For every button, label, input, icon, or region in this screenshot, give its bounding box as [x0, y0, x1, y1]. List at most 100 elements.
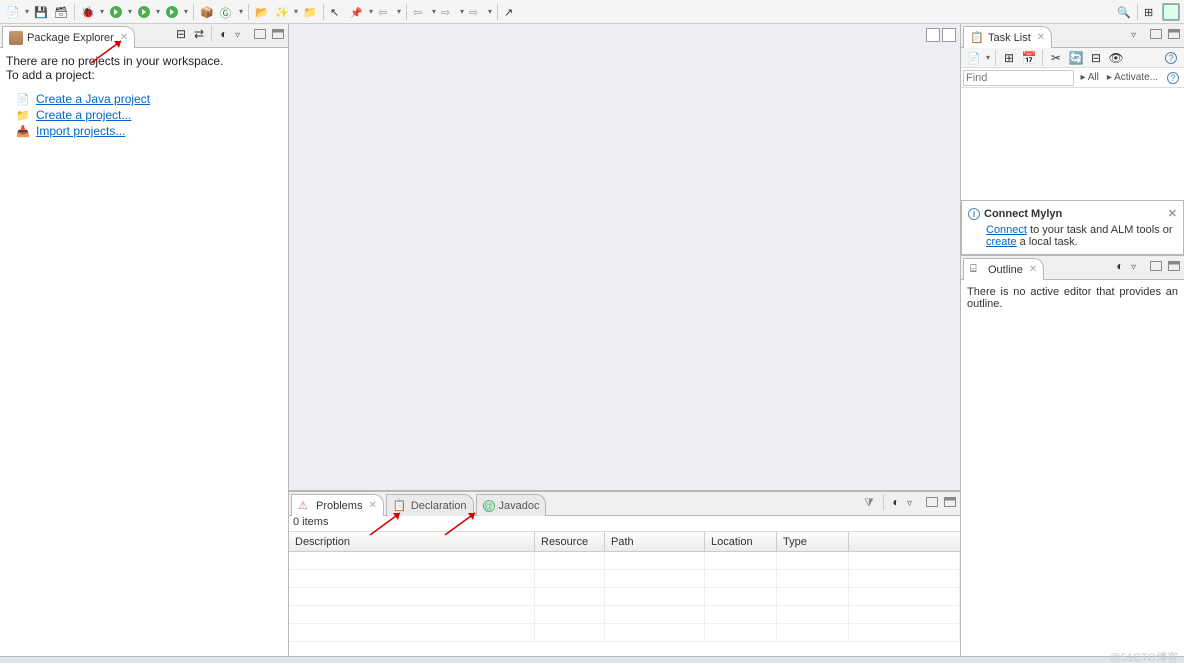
help-icon[interactable]: ? — [1164, 69, 1182, 87]
new-dropdown[interactable] — [24, 3, 30, 21]
debug-icon[interactable] — [79, 3, 97, 21]
maximize-icon[interactable] — [270, 26, 286, 42]
task-list-title: Task List — [988, 32, 1031, 44]
tab-task-list[interactable]: Task List ✕ — [963, 26, 1052, 48]
forward-icon[interactable] — [439, 3, 457, 21]
connect-mylyn-title: Connect Mylyn — [984, 208, 1062, 220]
outline-view: Outline ✕ ◐ There is no active editor th… — [961, 256, 1184, 656]
close-icon[interactable]: ✕ — [120, 32, 128, 43]
shift-icon[interactable] — [467, 3, 485, 21]
collapse-icon[interactable]: ⊟ — [1087, 49, 1105, 67]
pin-dropdown[interactable] — [368, 3, 374, 21]
info-icon: i — [968, 208, 980, 220]
focus-icon[interactable]: ◐ — [1112, 258, 1128, 274]
run-icon[interactable] — [107, 3, 125, 21]
close-icon[interactable]: ✕ — [368, 500, 376, 511]
open-type-icon[interactable] — [218, 3, 236, 21]
editor-minimize-icon[interactable] — [926, 28, 940, 42]
col-location[interactable]: Location — [705, 532, 777, 551]
maximize-icon[interactable] — [1166, 26, 1182, 42]
focus-task-icon[interactable]: ◐ — [216, 26, 232, 42]
nav-dropdown[interactable] — [396, 3, 402, 21]
java-perspective-icon[interactable] — [1162, 3, 1180, 21]
back-dropdown[interactable] — [431, 3, 437, 21]
link-connect[interactable]: Connect — [986, 224, 1027, 236]
open-folder-icon[interactable] — [253, 3, 271, 21]
open-perspective-icon[interactable] — [1142, 3, 1160, 21]
new-package-icon[interactable] — [198, 3, 216, 21]
problems-table-header: Description Resource Path Location Type — [289, 532, 960, 552]
maximize-icon[interactable] — [942, 494, 958, 510]
editor-maximize-icon[interactable] — [942, 28, 956, 42]
new-icon[interactable] — [4, 3, 22, 21]
link-import-projects[interactable]: Import projects... — [36, 124, 125, 138]
schedule-icon[interactable]: 📅 — [1020, 49, 1038, 67]
minimize-icon[interactable] — [1148, 258, 1164, 274]
run-dropdown[interactable] — [127, 3, 133, 21]
problems-panel: Problems ✕ Declaration @ Javadoc ◐ — [289, 491, 960, 656]
tab-package-explorer[interactable]: Package Explorer ✕ — [2, 26, 135, 48]
col-path[interactable]: Path — [605, 532, 705, 551]
link-create[interactable]: create — [986, 236, 1017, 248]
new-task-dropdown[interactable] — [985, 49, 991, 67]
pin-icon[interactable] — [348, 3, 366, 21]
tab-problems[interactable]: Problems ✕ — [291, 494, 384, 516]
view-menu-icon[interactable] — [906, 494, 922, 510]
run-external-icon[interactable] — [135, 3, 153, 21]
view-menu-icon[interactable] — [234, 26, 250, 42]
run-external-dropdown[interactable] — [155, 3, 161, 21]
maximize-icon[interactable] — [1166, 258, 1182, 274]
shift-dropdown[interactable] — [487, 3, 493, 21]
nav-all[interactable]: ▸ All — [1078, 72, 1100, 83]
close-icon[interactable]: ✕ — [1037, 32, 1045, 43]
view-menu-icon[interactable] — [1130, 26, 1146, 42]
minimize-icon[interactable] — [1148, 26, 1164, 42]
tab-declaration-label: Declaration — [411, 500, 467, 512]
forward-dropdown[interactable] — [459, 3, 465, 21]
cursor-icon[interactable] — [328, 3, 346, 21]
categorize-icon[interactable]: ⊞ — [1000, 49, 1018, 67]
save-icon[interactable] — [32, 3, 50, 21]
view-menu-icon[interactable] — [1130, 258, 1146, 274]
wand-icon[interactable] — [273, 3, 291, 21]
open-type-dropdown[interactable] — [238, 3, 244, 21]
filter-icon[interactable] — [863, 494, 879, 510]
main-toolbar — [0, 0, 1184, 24]
link-create-java-project[interactable]: Create a Java project — [36, 92, 150, 106]
coverage-icon[interactable] — [163, 3, 181, 21]
link-create-project[interactable]: Create a project... — [36, 108, 131, 122]
focus-workweek-icon[interactable]: ✂ — [1047, 49, 1065, 67]
save-all-icon[interactable] — [52, 3, 70, 21]
nav-icon[interactable] — [376, 3, 394, 21]
collapse-all-icon[interactable]: ⊟ — [173, 26, 189, 42]
col-type[interactable]: Type — [777, 532, 849, 551]
focus-icon[interactable]: ◐ — [888, 494, 904, 510]
package-explorer-view: Package Explorer ✕ ⊟ ⇄ ◐ There are no pr… — [0, 24, 289, 656]
new-task-icon[interactable] — [965, 49, 983, 67]
problems-table-body — [289, 552, 960, 656]
coverage-dropdown[interactable] — [183, 3, 189, 21]
tab-outline[interactable]: Outline ✕ — [963, 258, 1044, 280]
search-icon[interactable] — [1115, 3, 1133, 21]
hide-icon[interactable]: 👁 — [1107, 49, 1125, 67]
link-editor-icon[interactable]: ⇄ — [191, 26, 207, 42]
back-icon[interactable] — [411, 3, 429, 21]
open-resource-icon[interactable] — [301, 3, 319, 21]
help-icon[interactable]: ? — [1162, 49, 1180, 67]
minimize-icon[interactable] — [924, 494, 940, 510]
wand-dropdown[interactable] — [293, 3, 299, 21]
debug-dropdown[interactable] — [99, 3, 105, 21]
tab-declaration[interactable]: Declaration — [386, 494, 474, 516]
col-description[interactable]: Description — [289, 532, 535, 551]
task-find-input[interactable] — [963, 70, 1074, 86]
minimize-icon[interactable] — [252, 26, 268, 42]
task-list-view: Task List ✕ ⊞ 📅 ✂ 🔄 ⊟ 👁 — [961, 24, 1184, 256]
synchronize-icon[interactable]: 🔄 — [1067, 49, 1085, 67]
close-icon[interactable]: ✕ — [1168, 207, 1177, 220]
tab-javadoc[interactable]: @ Javadoc — [476, 494, 547, 516]
external-icon[interactable] — [502, 3, 520, 21]
col-resource[interactable]: Resource — [535, 532, 605, 551]
project-icon — [16, 108, 30, 122]
nav-activate[interactable]: ▸ Activate... — [1105, 72, 1160, 83]
close-icon[interactable]: ✕ — [1029, 264, 1037, 275]
